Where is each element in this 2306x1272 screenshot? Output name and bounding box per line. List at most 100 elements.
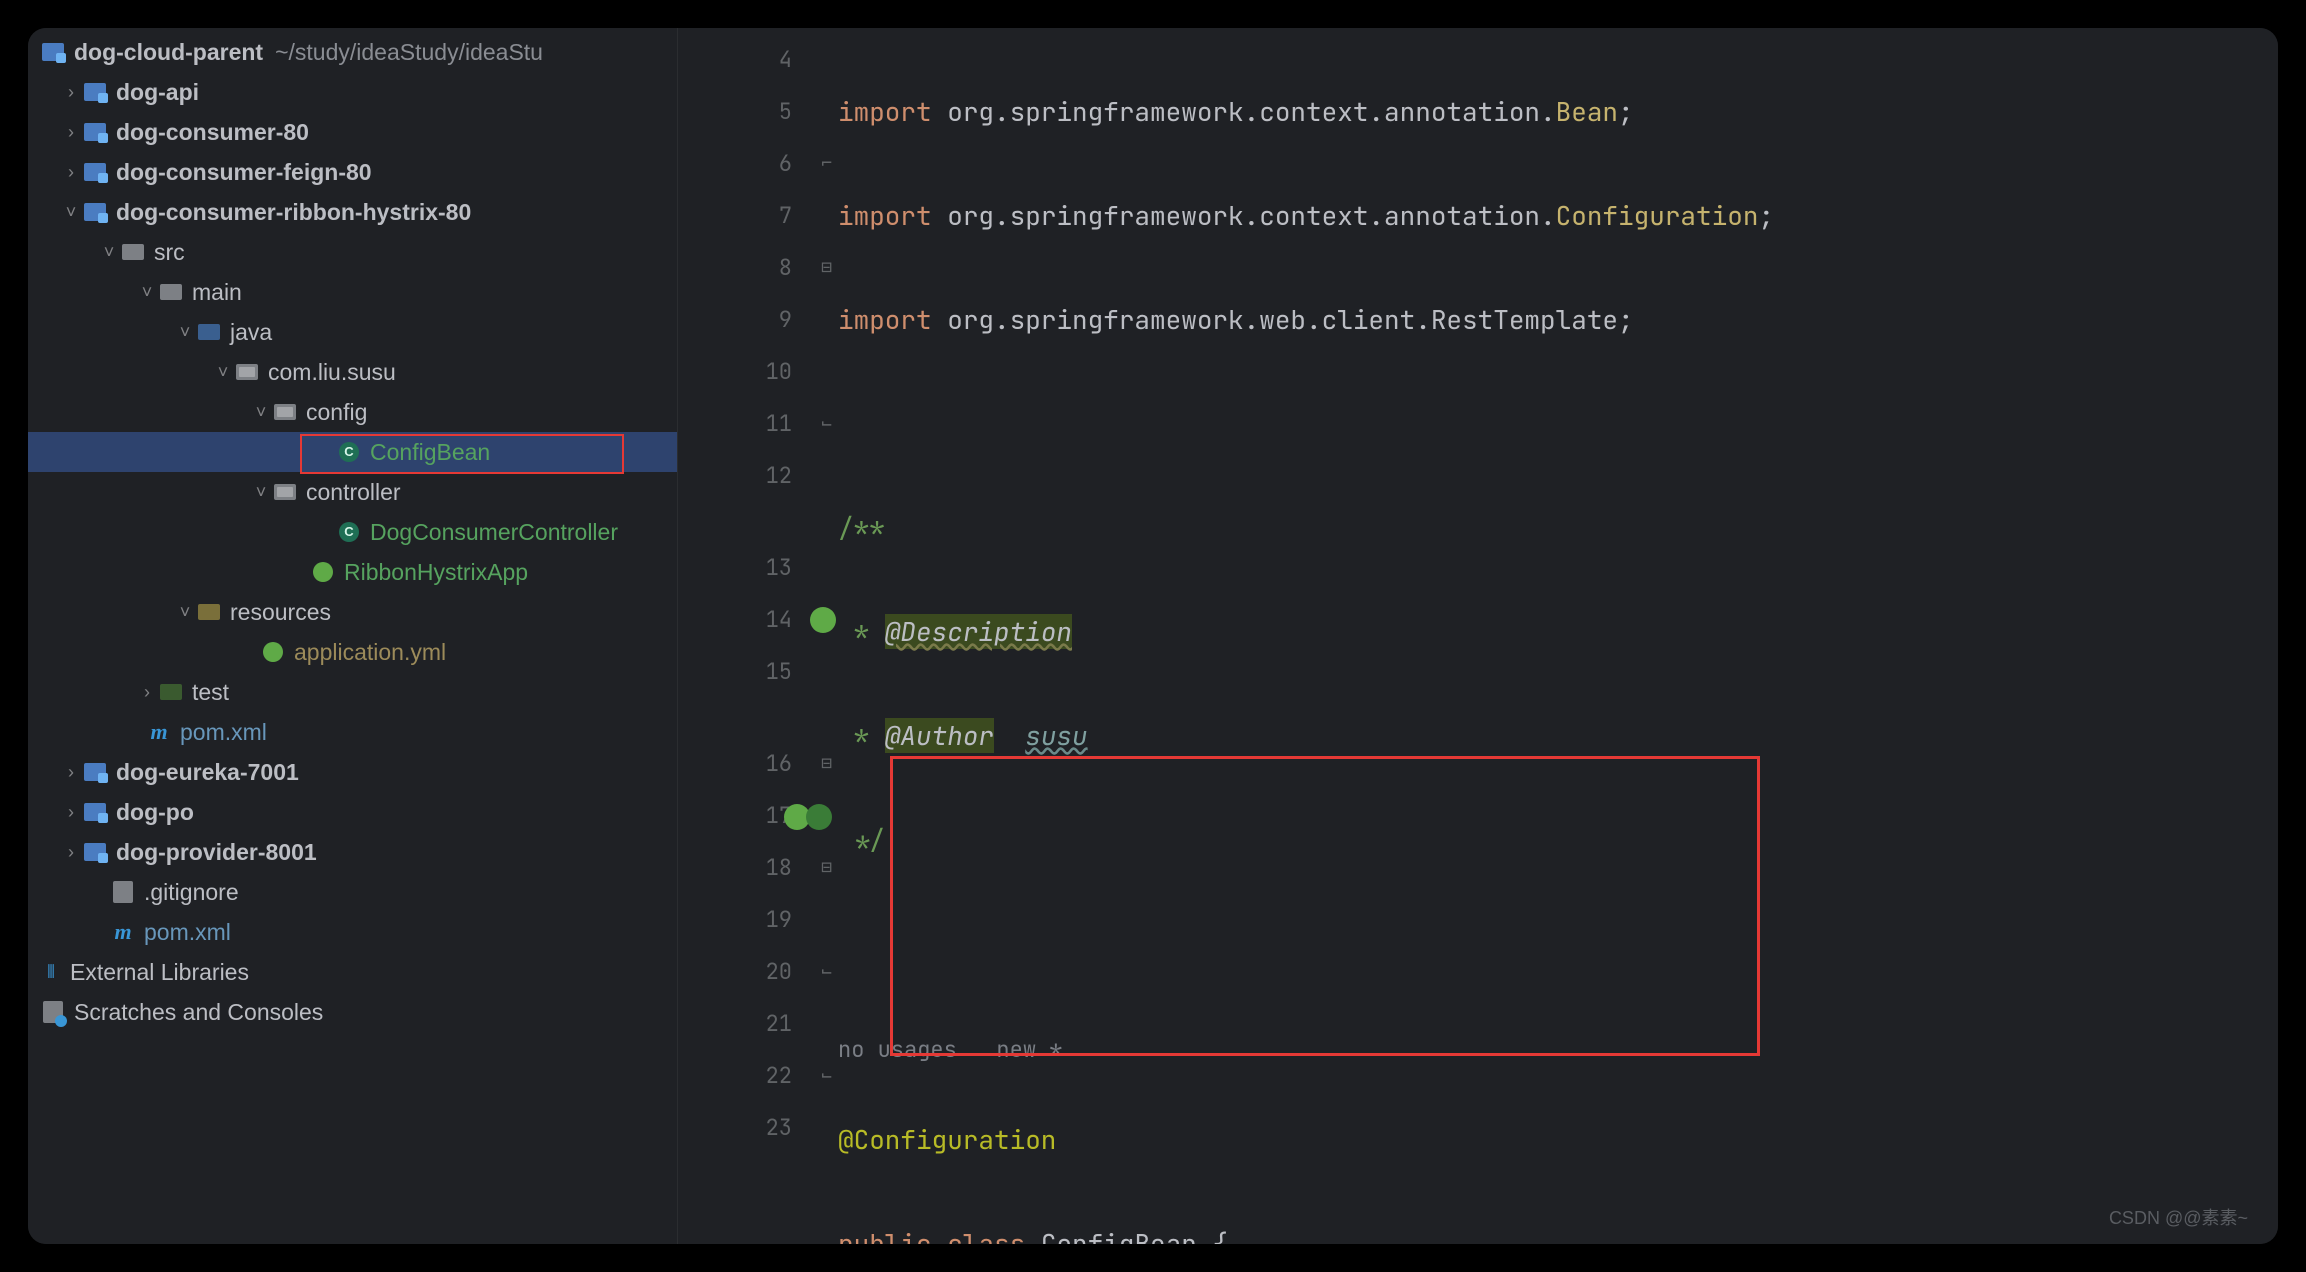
tree-item-controller[interactable]: ˅ controller	[28, 472, 677, 512]
tree-item-dog-consumer-80[interactable]: › dog-consumer-80	[28, 112, 677, 152]
tree-item-src[interactable]: ˅ src	[28, 232, 677, 272]
watermark: CSDN @@素素~	[2109, 1204, 2248, 1230]
tree-item-dog-api[interactable]: › dog-api	[28, 72, 677, 112]
tree-item-label: main	[192, 272, 242, 312]
tree-item-label: dog-eureka-7001	[116, 752, 299, 792]
yml-icon	[263, 642, 283, 662]
tree-item-label: .gitignore	[144, 872, 239, 912]
tree-item-label: application.yml	[294, 632, 446, 672]
module-icon	[84, 763, 106, 781]
folder-icon	[122, 244, 144, 260]
tree-item-dog-provider-8001[interactable]: › dog-provider-8001	[28, 832, 677, 872]
tree-item-com-liu-susu[interactable]: ˅ com.liu.susu	[28, 352, 677, 392]
tree-item-label: pom.xml	[144, 912, 231, 952]
spring-main-icon	[313, 562, 333, 582]
code-editor[interactable]: 4 5 6⌐ 7 8⊟ 9 10 11⌙ 12 13 14 15 16⊟ 17 …	[678, 28, 2278, 1244]
tree-item-dog-po[interactable]: › dog-po	[28, 792, 677, 832]
tree-item-label: dog-consumer-80	[116, 112, 309, 152]
tree-item-main[interactable]: ˅ main	[28, 272, 677, 312]
chevron-down-icon[interactable]: ˅	[250, 392, 272, 432]
tree-item-label: dog-consumer-ribbon-hystrix-80	[116, 192, 471, 232]
scratches-and-consoles[interactable]: Scratches and Consoles	[28, 992, 677, 1032]
fold-open-icon[interactable]: ⊟	[821, 242, 832, 294]
project-root-path: ~/study/ideaStudy/ideaStu	[275, 32, 543, 72]
class-icon	[339, 442, 359, 462]
resources-icon	[198, 604, 220, 620]
tree-item-dog-consumer-ribbon-hystrix-80[interactable]: ˅ dog-consumer-ribbon-hystrix-80	[28, 192, 677, 232]
module-icon	[84, 843, 106, 861]
tree-item-ribbonhystrixapp[interactable]: RibbonHystrixApp	[28, 552, 677, 592]
chevron-right-icon[interactable]: ›	[60, 72, 82, 112]
tree-item-label: DogConsumerController	[370, 512, 618, 552]
git-icon	[113, 881, 133, 903]
maven-icon: m	[112, 912, 134, 952]
spring-bean-gutter-icon[interactable]	[810, 607, 836, 633]
chevron-right-icon[interactable]: ›	[60, 152, 82, 192]
tree-item-pom-xml[interactable]: mpom.xml	[28, 912, 677, 952]
inlay-hint: no usages new *	[838, 1035, 1062, 1064]
tree-item-label: java	[230, 312, 272, 352]
tree-item-label: RibbonHystrixApp	[344, 552, 528, 592]
tree-item-resources[interactable]: ˅ resources	[28, 592, 677, 632]
tree-item-label: dog-provider-8001	[116, 832, 317, 872]
chevron-right-icon[interactable]: ›	[60, 832, 82, 872]
chevron-right-icon[interactable]: ›	[60, 792, 82, 832]
class-icon	[339, 522, 359, 542]
maven-icon: m	[148, 712, 170, 752]
tree-item-application-yml[interactable]: application.yml	[28, 632, 677, 672]
tree-item-pom-xml[interactable]: mpom.xml	[28, 712, 677, 752]
module-icon	[84, 123, 106, 141]
tree-item-label: dog-consumer-feign-80	[116, 152, 372, 192]
chevron-down-icon[interactable]: ˅	[174, 592, 196, 632]
folder-g-icon	[160, 684, 182, 700]
fold-close-icon[interactable]: ⌙	[821, 398, 832, 450]
tree-item-configbean[interactable]: ConfigBean	[28, 432, 677, 472]
scratches-icon	[43, 1001, 63, 1023]
chevron-right-icon[interactable]: ›	[60, 112, 82, 152]
chevron-down-icon[interactable]: ˅	[60, 192, 82, 232]
tree-item-label: dog-po	[116, 792, 194, 832]
chevron-down-icon[interactable]: ˅	[250, 472, 272, 512]
chevron-down-icon[interactable]: ˅	[174, 312, 196, 352]
chevron-down-icon[interactable]: ˅	[98, 232, 120, 272]
tree-item-label: pom.xml	[180, 712, 267, 752]
tree-item-label: dog-api	[116, 72, 199, 112]
module-icon	[84, 203, 106, 221]
module-icon	[84, 163, 106, 181]
tree-item-label: src	[154, 232, 185, 272]
chevron-down-icon[interactable]: ˅	[136, 272, 158, 312]
tree-item-label: test	[192, 672, 229, 712]
pkg-icon	[274, 404, 296, 420]
fold-icon[interactable]: ⌐	[821, 138, 832, 190]
tree-item-dogconsumercontroller[interactable]: DogConsumerController	[28, 512, 677, 552]
pkg-icon	[274, 484, 296, 500]
module-icon	[84, 803, 106, 821]
project-tree[interactable]: dog-cloud-parent ~/study/ideaStudy/ideaS…	[28, 28, 678, 1244]
code-area[interactable]: import org.springframework.context.annot…	[838, 28, 2278, 1244]
pkg-icon	[236, 364, 258, 380]
chevron-right-icon[interactable]: ›	[136, 672, 158, 712]
tree-item-test[interactable]: › test	[28, 672, 677, 712]
chevron-down-icon[interactable]: ˅	[212, 352, 234, 392]
tree-item-dog-consumer-feign-80[interactable]: › dog-consumer-feign-80	[28, 152, 677, 192]
chevron-right-icon[interactable]: ›	[60, 752, 82, 792]
external-libraries[interactable]: ⫴ External Libraries	[28, 952, 677, 992]
tree-item-label: config	[306, 392, 367, 432]
folder-blue-icon	[198, 324, 220, 340]
tree-item-java[interactable]: ˅ java	[28, 312, 677, 352]
module-icon	[84, 83, 106, 101]
tree-item-config[interactable]: ˅ config	[28, 392, 677, 432]
project-root[interactable]: dog-cloud-parent ~/study/ideaStudy/ideaS…	[28, 32, 677, 72]
tree-item-label: com.liu.susu	[268, 352, 396, 392]
spring-profiles-gutter-icon[interactable]	[784, 802, 844, 830]
project-root-name: dog-cloud-parent	[74, 32, 263, 72]
tree-item--gitignore[interactable]: .gitignore	[28, 872, 677, 912]
libraries-icon: ⫴	[40, 959, 62, 985]
annotation-highlight-box	[890, 756, 1760, 1056]
tree-item-dog-eureka-7001[interactable]: › dog-eureka-7001	[28, 752, 677, 792]
ide-window: dog-cloud-parent ~/study/ideaStudy/ideaS…	[28, 28, 2278, 1244]
tree-item-label: ConfigBean	[370, 432, 490, 472]
tree-item-label: resources	[230, 592, 331, 632]
tree-item-label: controller	[306, 472, 401, 512]
folder-icon	[160, 284, 182, 300]
